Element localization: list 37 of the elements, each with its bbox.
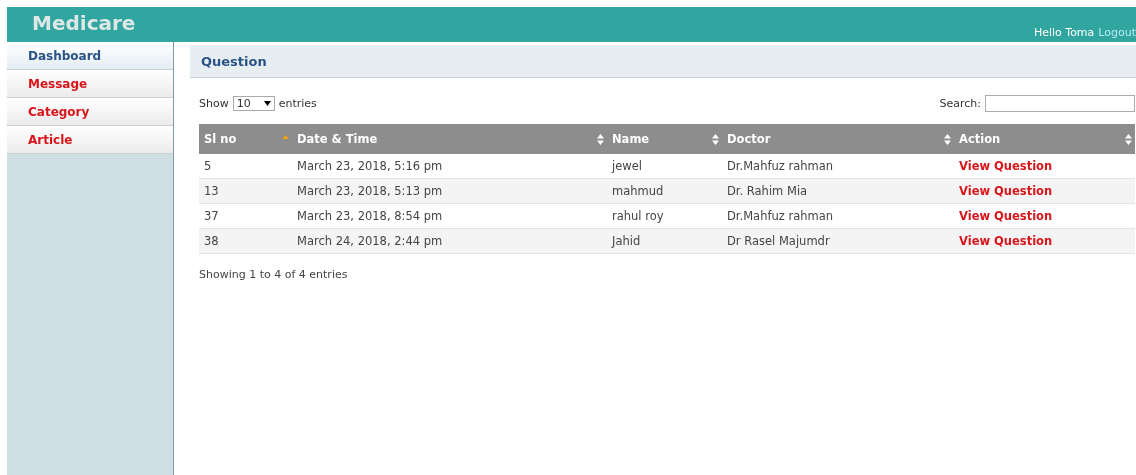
search-label: Search: bbox=[939, 97, 981, 110]
table-cell: 37 bbox=[204, 209, 219, 223]
brand-logo: Medicare bbox=[31, 10, 136, 37]
column-header[interactable]: Sl no bbox=[199, 124, 292, 154]
table-cell: March 23, 2018, 5:13 pm bbox=[297, 184, 443, 198]
table-cell: 13 bbox=[204, 184, 219, 198]
table-cell: jewel bbox=[612, 159, 642, 173]
entries-label: entries bbox=[278, 97, 317, 110]
search-field[interactable] bbox=[985, 95, 1135, 112]
page-size-select[interactable]: 10 bbox=[232, 96, 275, 111]
caret-icon bbox=[263, 101, 271, 106]
sidebar-item[interactable]: Message bbox=[7, 70, 173, 98]
table-cell: March 23, 2018, 5:16 pm bbox=[297, 159, 443, 173]
table-cell: Dr. Rahim Mia bbox=[727, 184, 808, 198]
view-question-link[interactable]: View Question bbox=[959, 209, 1053, 223]
column-header[interactable]: Date & Time bbox=[292, 124, 607, 154]
table-cell: 38 bbox=[204, 234, 219, 248]
view-question-link[interactable]: View Question bbox=[959, 159, 1053, 173]
greeting: Hello Toma bbox=[1033, 26, 1095, 39]
table-cell: rahul roy bbox=[612, 209, 664, 223]
table-cell: Jahid bbox=[612, 234, 641, 248]
table-cell: March 23, 2018, 8:54 pm bbox=[297, 209, 443, 223]
column-header[interactable]: Doctor bbox=[722, 124, 954, 154]
column-header[interactable]: Name bbox=[607, 124, 722, 154]
table-cell: 5 bbox=[204, 159, 212, 173]
table-info: Showing 1 to 4 of 4 entries bbox=[199, 268, 349, 281]
table-cell: Dr.Mahfuz rahman bbox=[727, 209, 834, 223]
table-cell: Dr Rasel Majumdr bbox=[727, 234, 830, 248]
sidebar-item[interactable]: Article bbox=[7, 126, 173, 154]
table-cell: mahmud bbox=[612, 184, 664, 198]
table-cell: March 24, 2018, 2:44 pm bbox=[297, 234, 443, 248]
sidebar-item[interactable]: Category bbox=[7, 98, 173, 126]
panel-title: Question bbox=[200, 53, 267, 69]
sidebar-item[interactable]: Dashboard bbox=[7, 42, 173, 70]
show-label: Show bbox=[199, 97, 229, 110]
table-cell: Dr.Mahfuz rahman bbox=[727, 159, 834, 173]
column-header[interactable]: Action bbox=[954, 124, 1135, 154]
